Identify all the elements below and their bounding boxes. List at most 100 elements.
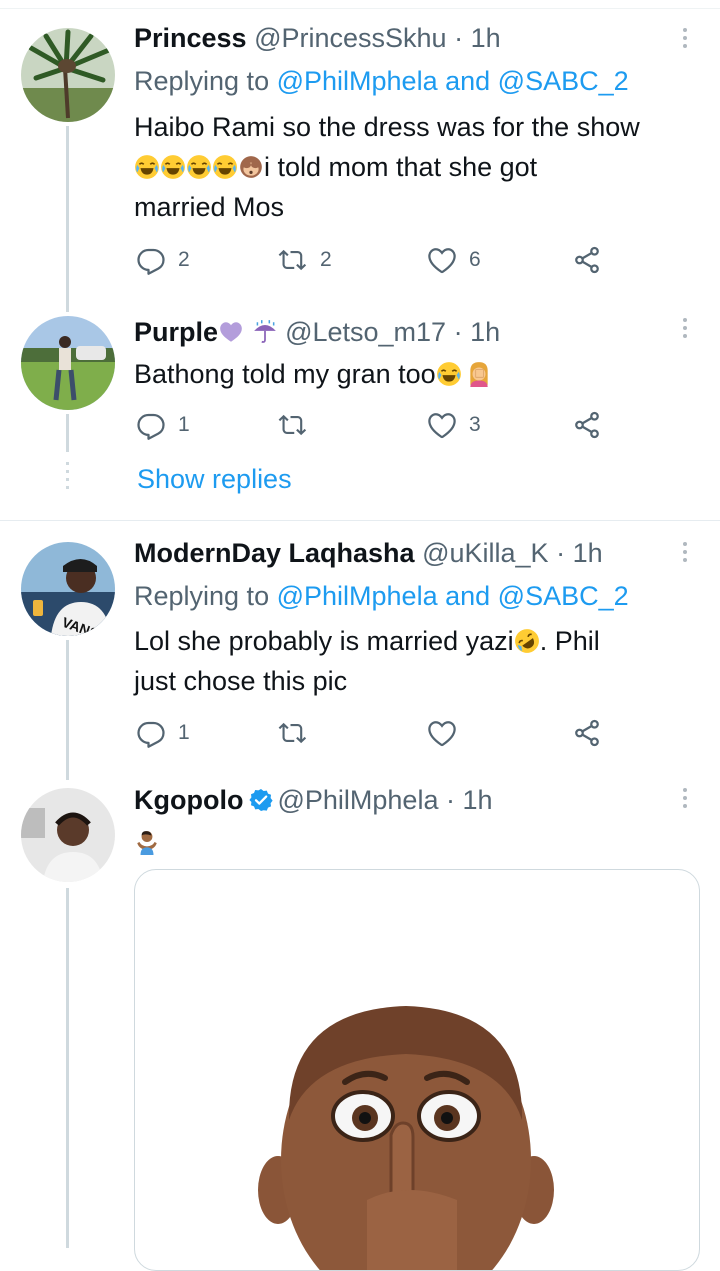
tweet-text: Haibo Rami so the dress was for the show…: [134, 107, 709, 227]
reply-button[interactable]: 1: [136, 718, 190, 748]
tweet-text-line: Lol she probably is married yazi . Phil: [134, 621, 709, 661]
tweet-text: Bathong told my gran too: [134, 354, 709, 394]
joy-emoji-icon: [436, 361, 462, 387]
reply-icon: [136, 410, 166, 440]
like-icon: [427, 245, 457, 275]
timestamp[interactable]: 1h: [470, 317, 500, 347]
thread-line: [66, 414, 69, 452]
tweet-text-line: Bathong told my gran too: [134, 359, 436, 389]
display-name[interactable]: ModernDay Laqhasha: [134, 538, 415, 568]
share-icon: [572, 245, 602, 275]
timestamp[interactable]: 1h: [471, 23, 501, 53]
replying-to-prefix: Replying to: [134, 66, 277, 96]
display-name[interactable]: Purple: [134, 317, 218, 347]
replying-to-prefix: Replying to: [134, 581, 277, 611]
verified-icon: [249, 789, 274, 811]
reply-count: 1: [178, 413, 190, 436]
reply-button[interactable]: 1: [136, 410, 190, 440]
tweet-text-line-part: . Phil: [539, 626, 600, 656]
thread-line: [66, 126, 69, 312]
avatar[interactable]: [21, 28, 115, 122]
joy-emoji-icon: [134, 154, 160, 180]
tweet-text-line-part: Lol she probably is married yazi: [134, 626, 514, 656]
facepalm-emoji-icon: [466, 361, 492, 387]
reply-icon: [136, 245, 166, 275]
share-button[interactable]: [572, 718, 602, 748]
thread-more-dots: [66, 462, 69, 490]
retweet-icon: [278, 410, 308, 440]
joy-emoji-icon: [212, 154, 238, 180]
tweet-header: Princess @PrincessSkhu · 1h: [134, 22, 501, 54]
tweet-text-line-part: i told mom that she got: [264, 152, 538, 182]
mention-link[interactable]: @SABC_2: [498, 66, 629, 96]
reply-icon: [136, 718, 166, 748]
more-icon[interactable]: [676, 314, 694, 346]
replying-to-and: and: [437, 66, 498, 96]
separator-dot: ·: [556, 538, 566, 568]
tweet-media[interactable]: [134, 869, 700, 1271]
share-icon: [572, 718, 602, 748]
like-icon: [427, 410, 457, 440]
share-icon: [572, 410, 602, 440]
like-icon: [427, 718, 457, 748]
more-icon[interactable]: [676, 24, 694, 56]
reply-count: 1: [178, 721, 190, 744]
replying-to: Replying to @PhilMphela and @SABC_2: [134, 65, 629, 97]
user-handle[interactable]: @PhilMphela: [277, 785, 438, 815]
tweet-text: [134, 822, 709, 862]
joy-emoji-icon: [160, 154, 186, 180]
tweet-header: Purple @Letso_m17 · 1h: [134, 316, 500, 348]
retweet-button[interactable]: [278, 718, 308, 748]
mention-link[interactable]: @PhilMphela: [277, 581, 438, 611]
reply-count: 2: [178, 248, 190, 271]
retweet-count: 2: [320, 248, 332, 271]
separator-dot: ·: [445, 785, 455, 815]
memoji-shush-image: [258, 1006, 554, 1270]
tweet-header: Kgopolo @PhilMphela · 1h: [134, 784, 493, 816]
like-button[interactable]: 6: [427, 245, 481, 275]
see-no-evil-monkey-emoji-icon: [238, 154, 264, 180]
avatar[interactable]: [21, 316, 115, 410]
umbrella-rain-emoji-icon: [252, 319, 278, 345]
retweet-button[interactable]: 2: [278, 245, 332, 275]
user-handle[interactable]: @PrincessSkhu: [254, 23, 446, 53]
show-replies-link[interactable]: Show replies: [137, 462, 292, 496]
timestamp[interactable]: 1h: [573, 538, 603, 568]
shrug-emoji-icon: [134, 829, 160, 855]
tweet-text-line: just chose this pic: [134, 666, 348, 696]
avatar[interactable]: VANS: [21, 542, 115, 636]
like-button[interactable]: [427, 718, 457, 748]
timestamp[interactable]: 1h: [463, 785, 493, 815]
tweet-header: ModernDay Laqhasha @uKilla_K · 1h: [134, 537, 603, 569]
tweet-text: Lol she probably is married yazi . Phil j…: [134, 621, 709, 701]
mention-link[interactable]: @PhilMphela: [277, 66, 438, 96]
tweet-text-line: i told mom that she got: [134, 147, 709, 187]
mention-link[interactable]: @SABC_2: [498, 581, 629, 611]
rofl-emoji-icon: [514, 628, 540, 654]
top-separator: [0, 8, 720, 9]
display-name[interactable]: Kgopolo: [134, 785, 243, 815]
tweet-text-line: married Mos: [134, 192, 285, 222]
avatar[interactable]: [21, 788, 115, 882]
separator-dot: ·: [453, 317, 463, 347]
joy-emoji-icon: [186, 154, 212, 180]
user-handle[interactable]: @Letso_m17: [285, 317, 446, 347]
reply-button[interactable]: 2: [136, 245, 190, 275]
share-button[interactable]: [572, 245, 602, 275]
retweet-button[interactable]: [278, 410, 320, 440]
more-icon[interactable]: [676, 538, 694, 570]
thread-line: [66, 888, 69, 1248]
purple-heart-emoji-icon: [218, 319, 244, 345]
like-count: 6: [469, 248, 481, 271]
retweet-icon: [278, 245, 308, 275]
retweet-icon: [278, 718, 308, 748]
tweet-text-line: Haibo Rami so the dress was for the show: [134, 112, 640, 142]
replying-to-and: and: [437, 581, 498, 611]
like-button[interactable]: 3: [427, 410, 481, 440]
separator-dot: ·: [454, 23, 464, 53]
display-name[interactable]: Princess: [134, 23, 247, 53]
user-handle[interactable]: @uKilla_K: [422, 538, 548, 568]
more-icon[interactable]: [676, 784, 694, 816]
thread-line: [66, 640, 69, 780]
share-button[interactable]: [572, 410, 602, 440]
